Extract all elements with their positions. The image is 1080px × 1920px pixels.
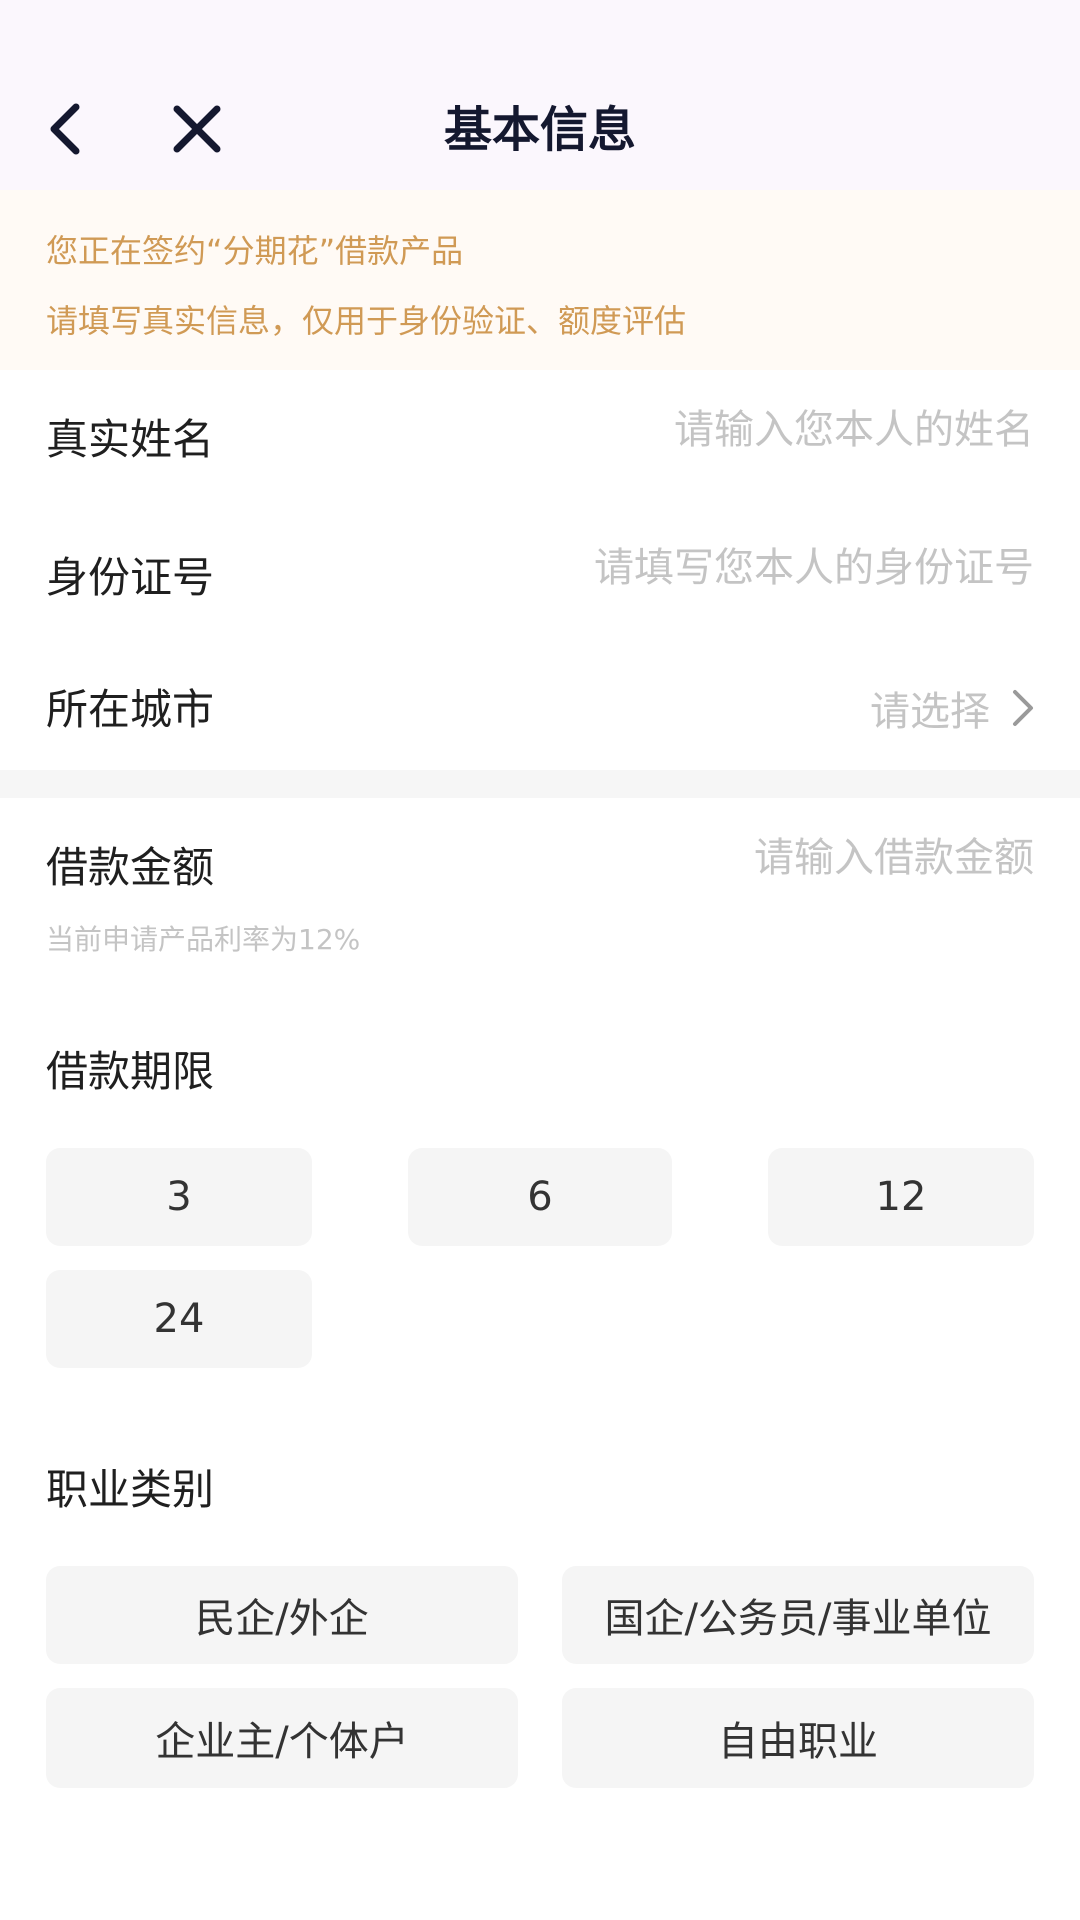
amount-row: 借款金额 <box>0 798 1080 934</box>
term-option-6[interactable]: 6 <box>408 1148 672 1246</box>
chevron-right-icon <box>1013 690 1033 726</box>
term-label: 借款期限 <box>46 1047 215 1096</box>
name-input[interactable] <box>474 400 1034 460</box>
amount-label: 借款金额 <box>46 843 215 892</box>
city-row[interactable]: 所在城市 请选择 <box>0 640 1080 776</box>
id-number-row: 身份证号 <box>0 508 1080 644</box>
section-divider <box>0 770 1080 798</box>
occupation-option-state-civil[interactable]: 国企/公务员/事业单位 <box>562 1566 1034 1664</box>
term-option-24[interactable]: 24 <box>46 1270 312 1368</box>
city-placeholder: 请选择 <box>870 689 990 735</box>
occupation-option-freelance[interactable]: 自由职业 <box>562 1688 1034 1788</box>
rate-note: 当前申请产品利率为12% <box>46 923 361 956</box>
city-label: 所在城市 <box>46 685 215 734</box>
occupation-option-private-foreign[interactable]: 民企/外企 <box>46 1566 518 1664</box>
notice-product-text: 您正在签约“分期花”借款产品 <box>46 232 464 270</box>
notice-banner <box>0 190 1080 370</box>
name-row: 真实姓名 <box>0 370 1080 506</box>
id-number-label: 身份证号 <box>46 553 215 602</box>
occupation-label: 职业类别 <box>46 1465 215 1514</box>
term-option-3[interactable]: 3 <box>46 1148 312 1246</box>
city-select[interactable]: 请选择 <box>870 678 1034 738</box>
notice-privacy-text: 请填写真实信息，仅用于身份验证、额度评估 <box>46 302 687 340</box>
amount-input[interactable] <box>474 828 1034 888</box>
occupation-option-business-owner[interactable]: 企业主/个体户 <box>46 1688 518 1788</box>
header-bar: 基本信息 <box>0 0 1080 190</box>
term-option-12[interactable]: 12 <box>768 1148 1034 1246</box>
name-label: 真实姓名 <box>46 415 215 464</box>
id-number-input[interactable] <box>474 538 1034 598</box>
page-title: 基本信息 <box>443 102 636 158</box>
